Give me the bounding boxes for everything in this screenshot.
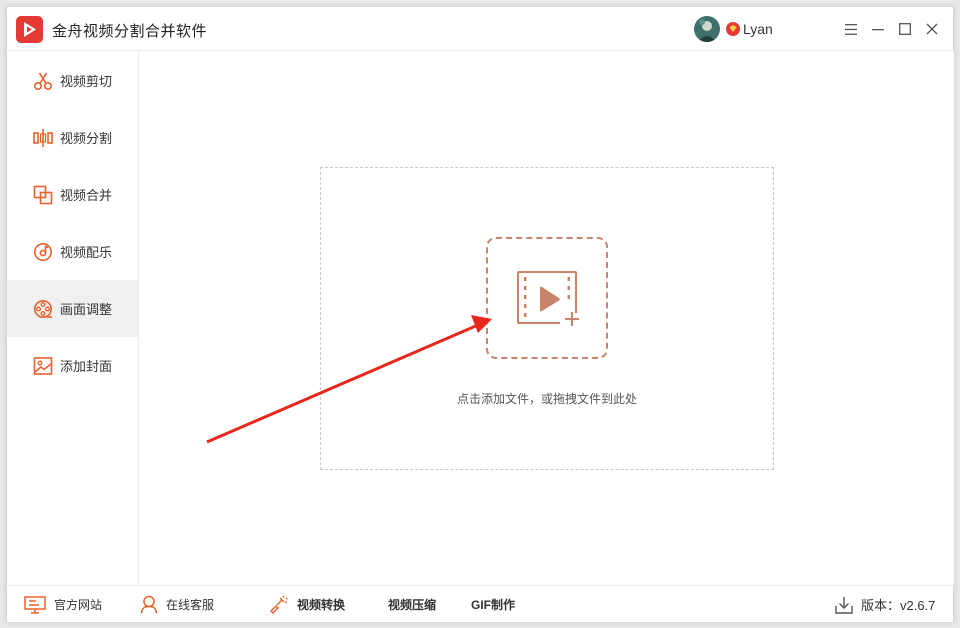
compress-label: 视频压缩: [388, 598, 437, 612]
sidebar-item-label: 添加封面: [60, 359, 113, 374]
sidebar-item-label: 视频合并: [60, 188, 113, 203]
gif-make-link[interactable]: GIF制作: [471, 586, 515, 623]
add-file-button[interactable]: [486, 237, 608, 359]
footer-bar: 官方网站 在线客服 视频转换 视频压缩 GIF制作 版本：v2.6.7: [7, 585, 953, 622]
website-label: 官方网站: [54, 598, 103, 612]
online-service-link[interactable]: 在线客服: [140, 586, 214, 623]
film-reel-icon: [34, 299, 52, 318]
customer-service-icon: [140, 595, 158, 614]
minimize-icon: [872, 29, 884, 31]
menu-button[interactable]: [841, 19, 861, 39]
scissors-icon: [33, 72, 53, 90]
version-label: 版本：v2.6.7: [861, 598, 936, 613]
maximize-button[interactable]: [895, 19, 915, 39]
monitor-icon: [24, 595, 46, 614]
sidebar: 视频剪切 视频分割 视频合并 视频配乐 画面调整 添加封面: [7, 51, 139, 585]
app-title: 金舟视频分割合并软件: [52, 23, 208, 40]
close-icon: [926, 23, 938, 35]
convert-label: 视频转换: [297, 598, 346, 612]
vip-diamond-icon: [726, 22, 740, 36]
service-label: 在线客服: [166, 598, 215, 612]
add-video-icon: [517, 271, 582, 327]
minimize-button[interactable]: [868, 19, 888, 39]
title-bar: 金舟视频分割合并软件 Lyan: [7, 7, 953, 51]
sidebar-item-label: 视频分割: [60, 131, 113, 146]
main-panel: 点击添加文件，或拖拽文件到此处: [140, 51, 954, 585]
sidebar-item-video-music[interactable]: 视频配乐: [7, 223, 138, 280]
video-convert-link[interactable]: 视频转换: [267, 586, 345, 623]
sidebar-item-video-merge[interactable]: 视频合并: [7, 166, 138, 223]
app-window: 金舟视频分割合并软件 Lyan 视频剪切 视频分割 视频合并 视频配乐 画面调整…: [6, 6, 954, 622]
split-icon: [33, 128, 53, 147]
avatar[interactable]: [694, 16, 720, 42]
gif-label: GIF制作: [471, 598, 515, 612]
file-drop-zone[interactable]: 点击添加文件，或拖拽文件到此处: [320, 167, 774, 470]
username[interactable]: Lyan: [743, 21, 773, 37]
sidebar-item-add-cover[interactable]: 添加封面: [7, 337, 138, 394]
download-icon: [835, 596, 853, 614]
sidebar-item-label: 视频剪切: [60, 74, 113, 89]
convert-icon: [270, 595, 288, 614]
website-link[interactable]: 官方网站: [24, 586, 102, 623]
close-button[interactable]: [922, 19, 942, 39]
version-info[interactable]: 版本：v2.6.7: [835, 586, 935, 623]
maximize-icon: [899, 23, 911, 35]
sidebar-item-video-split[interactable]: 视频分割: [7, 109, 138, 166]
merge-icon: [33, 185, 53, 204]
image-icon: [33, 356, 53, 375]
drop-hint-text: 点击添加文件，或拖拽文件到此处: [456, 392, 637, 406]
sidebar-item-picture-adjust[interactable]: 画面调整: [7, 280, 138, 337]
video-compress-link[interactable]: 视频压缩: [388, 586, 436, 623]
sidebar-item-label: 视频配乐: [60, 245, 113, 260]
music-disc-icon: [34, 242, 52, 261]
app-logo-icon: [16, 16, 43, 43]
sidebar-item-label: 画面调整: [60, 302, 113, 317]
sidebar-item-video-cut[interactable]: 视频剪切: [7, 52, 138, 109]
menu-icon: [845, 23, 857, 35]
